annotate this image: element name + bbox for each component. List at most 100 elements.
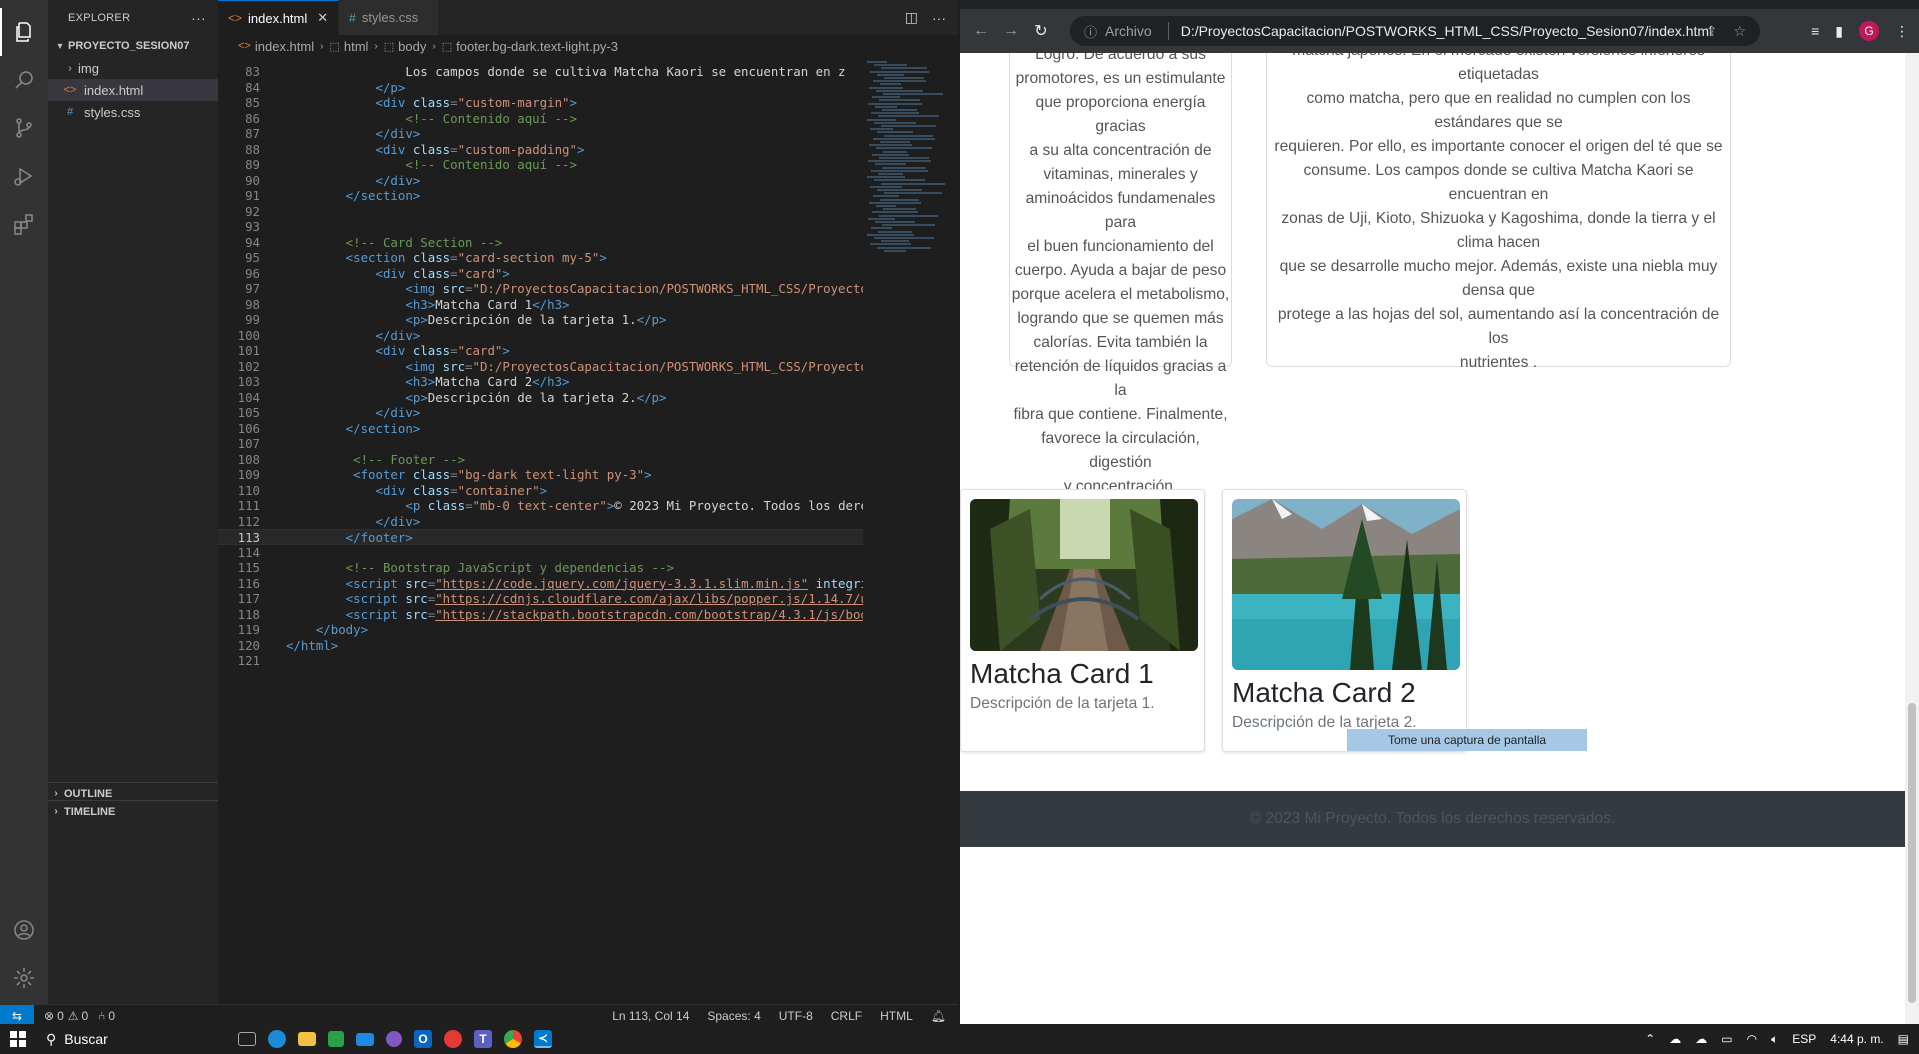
code-line[interactable]: 108 <!-- Footer --> [218, 452, 863, 468]
breadcrumb-item[interactable]: index.html [255, 39, 314, 54]
code-line[interactable]: 83 Los campos donde se cultiva Matcha Ka… [218, 64, 863, 80]
search-icon[interactable] [0, 56, 48, 104]
code-line[interactable]: 90 </div> [218, 173, 863, 189]
store-icon[interactable] [328, 1031, 344, 1047]
code-line[interactable]: 111 <p class="mb-0 text-center">© 2023 M… [218, 498, 863, 514]
tab-index-html[interactable]: <> index.html ✕ [218, 0, 340, 35]
chevron-up-icon[interactable]: ⌃ [1645, 1032, 1655, 1046]
code-line[interactable]: 100 </div> [218, 328, 863, 344]
errors-count[interactable]: 0 [57, 1009, 64, 1023]
code-line[interactable]: 116 <script src="https://code.jquery.com… [218, 576, 863, 592]
code-line[interactable]: 99 <p>Descripción de la tarjeta 1.</p> [218, 312, 863, 328]
avatar[interactable]: G [1859, 21, 1879, 41]
page-scrollbar[interactable] [1905, 53, 1919, 1024]
breadcrumb-item[interactable]: body [398, 39, 426, 54]
code-line[interactable]: 109 <footer class="bg-dark text-light py… [218, 467, 863, 483]
file-item-index-html[interactable]: <> index.html [48, 79, 218, 101]
code-line[interactable]: 93 [218, 219, 863, 235]
code-line[interactable]: 98 <h3>Matcha Card 1</h3> [218, 297, 863, 313]
file-item-styles-css[interactable]: # styles.css [48, 101, 218, 123]
scrollbar-thumb[interactable] [1908, 703, 1916, 1003]
notifications-icon[interactable]: ▤ [1898, 1032, 1909, 1046]
address-bar[interactable]: ⓘ Archivo D:/ProyectosCapacitacion/POSTW… [1070, 16, 1760, 46]
mail-icon[interactable] [356, 1032, 374, 1046]
code-line[interactable]: 115 <!-- Bootstrap JavaScript y dependen… [218, 560, 863, 576]
code-line[interactable]: 105 </div> [218, 405, 863, 421]
cursor-position[interactable]: Ln 113, Col 14 [612, 1009, 689, 1023]
display-icon[interactable]: ▭ [1721, 1032, 1732, 1046]
explorer-icon[interactable] [0, 8, 48, 56]
back-arrow-icon[interactable]: ← [966, 22, 996, 40]
opera-icon[interactable] [444, 1030, 462, 1048]
breadcrumb-item[interactable]: html [344, 39, 369, 54]
reload-icon[interactable]: ↻ [1026, 21, 1056, 41]
url-text[interactable]: D:/ProyectosCapacitacion/POSTWORKS_HTML_… [1181, 23, 1712, 39]
code-line[interactable]: 114 [218, 545, 863, 561]
forward-arrow-icon[interactable]: → [996, 22, 1026, 40]
windows-start-icon[interactable] [0, 1031, 36, 1047]
side-panel-icon[interactable]: ▮ [1835, 23, 1843, 40]
file-item-img[interactable]: › img [48, 57, 218, 79]
code-line[interactable]: 94 <!-- Card Section --> [218, 235, 863, 251]
code-line[interactable]: 85 <div class="custom-margin"> [218, 95, 863, 111]
edge-icon[interactable] [268, 1030, 286, 1048]
code-line[interactable]: 88 <div class="custom-padding"> [218, 142, 863, 158]
taskbar-search[interactable]: ⚲ Buscar [36, 1024, 236, 1054]
code-line[interactable]: 92 [218, 204, 863, 220]
accounts-icon[interactable] [0, 906, 48, 954]
language-indicator[interactable]: ESP [1792, 1032, 1816, 1046]
share-icon[interactable]: ⇪ [1706, 23, 1718, 40]
onedrive-icon[interactable]: ☁ [1669, 1032, 1681, 1046]
more-actions-icon[interactable]: ··· [932, 10, 946, 26]
project-folder[interactable]: ▾ PROYECTO_SESION07 [48, 35, 218, 57]
more-actions-icon[interactable]: ··· [191, 10, 206, 26]
split-editor-icon[interactable]: ◫ [905, 9, 918, 26]
code-line[interactable]: 91 </section> [218, 188, 863, 204]
code-line[interactable]: 102 <img src="D:/ProyectosCapacitacion/P… [218, 359, 863, 375]
code-line[interactable]: 120 </html> [218, 638, 863, 654]
settings-gear-icon[interactable] [0, 954, 48, 1002]
source-control-icon[interactable] [0, 104, 48, 152]
vscode-icon[interactable]: ≺ [534, 1030, 552, 1048]
tab-styles-css[interactable]: # styles.css [339, 0, 440, 35]
media-icon[interactable] [386, 1031, 402, 1047]
file-explorer-icon[interactable] [298, 1032, 316, 1046]
code-line[interactable]: 86 <!-- Contenido aquí --> [218, 111, 863, 127]
outlook-icon[interactable]: O [414, 1030, 432, 1048]
close-icon[interactable]: ✕ [317, 10, 328, 26]
timeline-section[interactable]: › TIMELINE [48, 800, 218, 822]
code-line[interactable]: 101 <div class="card"> [218, 343, 863, 359]
teams-icon[interactable]: T [474, 1030, 492, 1048]
clock[interactable]: 4:44 p. m. [1830, 1032, 1883, 1046]
code-line[interactable]: 113 </footer> [218, 529, 863, 545]
code-line[interactable]: 103 <h3>Matcha Card 2</h3> [218, 374, 863, 390]
info-icon[interactable]: ⓘ [1084, 22, 1097, 41]
code-line[interactable]: 97 <img src="D:/ProyectosCapacitacion/PO… [218, 281, 863, 297]
reading-list-icon[interactable]: ≡ [1811, 23, 1819, 39]
bookmark-star-icon[interactable]: ☆ [1733, 23, 1746, 40]
wifi-icon[interactable]: ◠ [1747, 1032, 1757, 1046]
code-line[interactable]: 110 <div class="container"> [218, 483, 863, 499]
code-line[interactable]: 107 [218, 436, 863, 452]
code-line[interactable]: 118 <script src="https://stackpath.boots… [218, 607, 863, 623]
code-editor[interactable]: 83 Los campos donde se cultiva Matcha Ka… [218, 57, 863, 1000]
volume-icon[interactable]: 🔈︎ [1771, 1032, 1778, 1047]
minimap[interactable] [863, 57, 953, 307]
cloud-icon[interactable]: ☁ [1695, 1032, 1707, 1046]
run-debug-icon[interactable] [0, 152, 48, 200]
indentation[interactable]: Spaces: 4 [707, 1009, 760, 1023]
code-line[interactable]: 87 </div> [218, 126, 863, 142]
code-line[interactable]: 104 <p>Descripción de la tarjeta 2.</p> [218, 390, 863, 406]
notifications-bell-icon[interactable]: 🔔︎ [931, 1009, 946, 1023]
code-line[interactable]: 112 </div> [218, 514, 863, 530]
code-line[interactable]: 96 <div class="card"> [218, 266, 863, 282]
code-line[interactable]: 84 </p> [218, 80, 863, 96]
code-line[interactable]: 106 </section> [218, 421, 863, 437]
breadcrumb-item[interactable]: footer.bg-dark.text-light.py-3 [456, 39, 618, 54]
code-line[interactable]: 95 <section class="card-section my-5"> [218, 250, 863, 266]
code-line[interactable]: 121 [218, 653, 863, 669]
menu-kebab-icon[interactable]: ⋮ [1895, 23, 1909, 40]
language-mode[interactable]: HTML [880, 1009, 913, 1023]
warnings-count[interactable]: 0 [82, 1009, 89, 1023]
ports-count[interactable]: 0 [108, 1009, 115, 1023]
